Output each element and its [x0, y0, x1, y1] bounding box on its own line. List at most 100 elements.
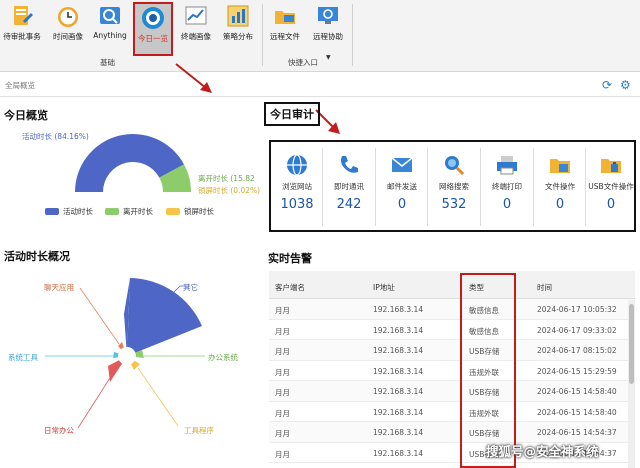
chevron-down-icon[interactable]: ▼	[326, 54, 331, 61]
ribbon-label: 终端画像	[181, 32, 211, 41]
audit-value: 1038	[280, 197, 314, 212]
table-cell: 192.168.3.14	[373, 305, 424, 314]
audit-value: 0	[606, 197, 616, 212]
table-cell: 月月	[275, 449, 290, 459]
leader-line	[77, 377, 111, 429]
audit-card-mail[interactable]: 邮件发送 0	[376, 145, 428, 229]
ribbon-button-policy-distribution[interactable]: 策略分布	[218, 2, 258, 48]
audit-card-web[interactable]: 浏览网站 1038	[271, 145, 323, 229]
table-row[interactable]: 月月 192.168.3.14 USB存储 2024-06-17 08:15:02	[269, 340, 635, 361]
refresh-icon[interactable]: ⟳	[602, 78, 612, 92]
audit-label: 网络搜索	[439, 182, 469, 191]
ribbon-label: 待审批事务	[3, 32, 41, 41]
gear-icon[interactable]: ⚙	[620, 78, 631, 92]
table-cell: 2024-06-15 15:29:59	[537, 366, 617, 376]
table-cell: 月月	[275, 306, 290, 315]
annotation-arrow	[175, 63, 212, 93]
audit-value: 0	[397, 197, 407, 212]
phone-icon	[341, 156, 358, 173]
globe-icon	[287, 154, 307, 176]
audit-card-im[interactable]: 即时通讯 242	[323, 145, 375, 229]
ribbon-label: 策略分布	[223, 32, 253, 41]
ribbon-button-pending-approval[interactable]: 待审批事务	[0, 2, 44, 48]
ribbon-button-remote-assist[interactable]: 远程协助	[307, 2, 349, 48]
table-cell: 月月	[275, 408, 290, 418]
rose-center	[118, 347, 136, 365]
ribbon-label: 远程文件	[270, 32, 300, 41]
table-cell: 192.168.3.14	[373, 448, 424, 458]
folder-monitor-icon	[275, 11, 295, 24]
leader-line	[137, 367, 179, 427]
table-cell: 2024-06-15 14:54:37	[537, 428, 617, 437]
legend-lock: 锁屏时长	[166, 206, 214, 217]
ribbon-button-terminal-profile[interactable]: 终端画像	[176, 2, 216, 48]
audit-title: 今日审计	[264, 102, 320, 126]
ribbon-label: 时间画像	[53, 32, 83, 41]
donut-label-away: 离开时长 (15.82	[198, 174, 255, 183]
legend-swatch	[166, 208, 180, 215]
table-row[interactable]: 月月 192.168.3.14 USB存储 2024-06-15 14:54:37	[269, 422, 635, 443]
audit-panel: 浏览网站 1038 即时通讯 242 邮件发送 0 网络搜索 532 终端打印 …	[269, 140, 636, 232]
table-cell: 192.168.3.14	[373, 387, 424, 396]
table-cell: 192.168.3.14	[373, 366, 424, 376]
ribbon-group-quick: 快捷入口	[288, 58, 318, 67]
table-cell: 月月	[275, 429, 290, 438]
rose-label-system-tools: 系统工具	[8, 353, 38, 362]
ribbon-button-time-profile[interactable]: 时间画像	[46, 2, 90, 48]
ribbon-button-anything[interactable]: Anything	[90, 2, 130, 48]
donut-label-active: 活动时长 (84.16%)	[22, 132, 89, 141]
column-header[interactable]: 时间	[537, 282, 552, 293]
remote-assist-icon	[318, 7, 338, 24]
ribbon-label: Anything	[93, 31, 127, 40]
table-cell: 192.168.3.14	[373, 325, 424, 335]
ribbon-button-remote-files[interactable]: 远程文件	[265, 2, 305, 48]
table-cell: 月月	[275, 388, 290, 397]
search-all-icon	[100, 7, 120, 24]
table-cell: 月月	[275, 347, 290, 356]
donut-label-lock: 锁屏时长 (0.02%)	[198, 186, 261, 195]
table-scrollbar[interactable]	[628, 300, 635, 468]
column-header[interactable]: IP地址	[373, 282, 395, 293]
table-row[interactable]: 月月 192.168.3.14 违规外联 2024-06-15 14:58:40	[269, 402, 635, 422]
audit-label: 浏览网站	[282, 182, 312, 191]
table-cell: 192.168.3.14	[373, 346, 424, 355]
rose-label-daily-office: 日常办公	[44, 426, 74, 435]
type-column-highlight	[460, 273, 516, 468]
overview-donut-chart	[75, 134, 191, 192]
table-row[interactable]: 月月 192.168.3.14 USB存储 2024-06-15 14:58:40	[269, 381, 635, 402]
clock-icon	[58, 7, 78, 27]
table-cell: 192.168.3.14	[373, 407, 424, 417]
table-row[interactable]: 月月 192.168.3.14 违规外联 2024-06-15 15:29:59	[269, 361, 635, 381]
table-cell: 月月	[275, 326, 290, 336]
alerts-title: 实时告警	[268, 252, 312, 265]
legend-active: 活动时长	[45, 206, 93, 217]
audit-label: 邮件发送	[387, 182, 417, 191]
table-cell: 月月	[275, 367, 290, 377]
eye-icon	[142, 7, 164, 29]
audit-card-usb-file[interactable]: USB文件操作 0	[586, 145, 636, 229]
table-row[interactable]: 月月 192.168.3.14 敏感信息 2024-06-17 10:05:32	[269, 299, 635, 320]
audit-card-file[interactable]: 文件操作 0	[534, 145, 586, 229]
ribbon-separator	[352, 4, 353, 66]
audit-label: USB文件操作	[588, 182, 634, 191]
file-folder-icon	[550, 159, 570, 173]
audit-card-search[interactable]: 网络搜索 532	[428, 145, 480, 229]
bar-chart-icon	[227, 5, 249, 27]
table-cell: 2024-06-15 14:58:40	[537, 387, 617, 396]
audit-label: 文件操作	[545, 182, 575, 191]
rose-label-other: 其它	[183, 283, 198, 292]
leader-line	[79, 287, 120, 345]
audit-value: 0	[555, 197, 565, 212]
table-cell: 2024-06-17 08:15:02	[537, 346, 617, 355]
overview-title: 今日概览	[4, 109, 48, 122]
audit-value: 532	[441, 197, 467, 212]
legend-label: 活动时长	[63, 207, 93, 216]
ribbon-button-today-overview[interactable]: 今日一览	[133, 2, 173, 56]
audit-card-print[interactable]: 终端打印 0	[481, 145, 533, 229]
mail-icon	[391, 157, 413, 172]
scrollbar-thumb[interactable]	[629, 304, 634, 384]
table-row[interactable]: 月月 192.168.3.14 敏感信息 2024-06-17 09:33:02	[269, 320, 635, 340]
alerts-table: 客户端名 IP地址 类型 时间 月月 192.168.3.14 敏感信息 2024-0…	[269, 271, 635, 463]
usb-folder-icon	[601, 159, 621, 173]
column-header[interactable]: 客户端名	[275, 282, 305, 293]
